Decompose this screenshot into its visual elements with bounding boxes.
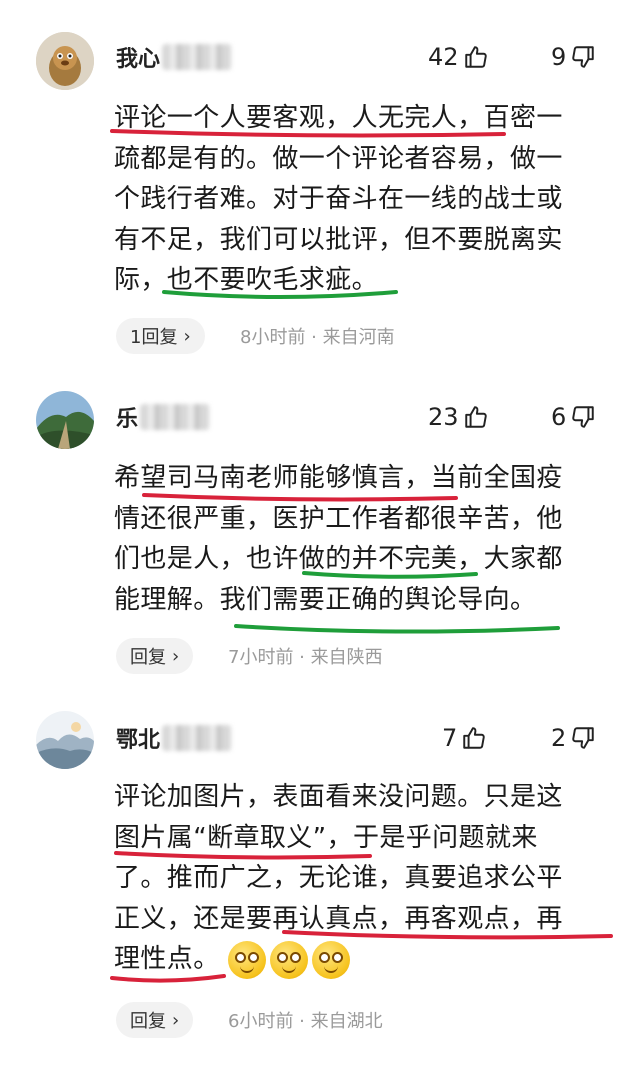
comment-line: 际，也不要吹毛求疵。 bbox=[114, 265, 379, 295]
comment-text: 希望司马南老师能够慎言，当前全国疫 情还很严重，医护工作者都很辛苦，他 们也是人… bbox=[114, 458, 614, 620]
comment-line: 评论一个人要客观，人无完人，百密一 bbox=[114, 103, 563, 133]
reply-button[interactable]: 1回复 › bbox=[116, 318, 205, 354]
reply-label: 1回复 bbox=[130, 327, 178, 348]
chevron-right-icon: › bbox=[183, 325, 191, 347]
comment-line: 能理解。我们需要正确的舆论导向。 bbox=[114, 584, 537, 615]
like-count: 42 bbox=[428, 43, 459, 71]
thumbs-down-icon bbox=[572, 727, 595, 749]
reply-label: 回复 bbox=[130, 647, 166, 668]
dislike-count: 6 bbox=[551, 403, 567, 431]
smile-emoji-icon bbox=[312, 940, 351, 979]
comment-line-text: 理性点。 bbox=[114, 944, 220, 974]
comment-line: 们也是人，也许做的并不完美，大家都 bbox=[114, 544, 563, 574]
comment-text: 评论一个人要客观，人无完人，百密一 疏都是有的。做一个评论者容易，做一 个践行者… bbox=[114, 98, 614, 301]
avatar[interactable] bbox=[36, 711, 94, 769]
comment-line: 希望司马南老师能够慎言，当前全国疫 bbox=[114, 463, 563, 493]
comment-line: 图片属“断章取义”，于是乎问题就来 bbox=[114, 822, 538, 853]
comment-line: 有不足，我们可以批评，但不要脱离实 bbox=[114, 224, 563, 255]
username-redacted bbox=[140, 404, 211, 430]
thumbs-up-icon bbox=[464, 406, 487, 428]
dislike-button[interactable]: 9 bbox=[551, 42, 596, 72]
dislike-button[interactable]: 6 bbox=[551, 402, 596, 432]
comment-line: 正义，还是要再认真点，再客观点，再 bbox=[114, 903, 563, 934]
username[interactable]: 鄂北 bbox=[116, 723, 233, 753]
reply-label: 回复 bbox=[130, 1011, 166, 1032]
thumbs-up-icon bbox=[463, 727, 486, 749]
username-text: 我心 bbox=[116, 47, 161, 72]
like-button[interactable]: 42 bbox=[428, 42, 489, 72]
comment-meta: 8小时前 · 来自河南 bbox=[240, 327, 395, 348]
avatar[interactable] bbox=[36, 391, 94, 449]
thumbs-up-icon bbox=[464, 46, 487, 68]
dislike-count: 9 bbox=[551, 43, 567, 71]
smile-emoji-icon bbox=[270, 940, 309, 979]
comment-line: 了。推而广之，无论谁，真要追求公平 bbox=[114, 863, 563, 893]
comment-line: 理性点。 bbox=[114, 939, 614, 980]
username-text: 鄂北 bbox=[116, 728, 161, 753]
comment-meta: 7小时前 · 来自陕西 bbox=[228, 647, 383, 668]
username-text: 乐 bbox=[116, 407, 139, 432]
comment-line: 疏都是有的。做一个评论者容易，做一 bbox=[114, 143, 563, 174]
username-redacted bbox=[162, 725, 233, 751]
reply-button[interactable]: 回复 › bbox=[116, 1002, 194, 1038]
like-count: 23 bbox=[428, 403, 459, 431]
like-button[interactable]: 7 bbox=[442, 723, 487, 753]
dislike-count: 2 bbox=[551, 724, 567, 752]
username[interactable]: 我心 bbox=[116, 42, 233, 72]
comment-line: 个践行者难。对于奋斗在一线的战士或 bbox=[114, 184, 563, 214]
smile-emoji-icon bbox=[228, 940, 267, 979]
avatar[interactable] bbox=[36, 32, 94, 90]
comment-line: 评论加图片，表面看来没问题。只是这 bbox=[114, 782, 563, 812]
like-button[interactable]: 23 bbox=[428, 402, 489, 432]
comment-line: 情还很严重，医护工作者都很辛苦，他 bbox=[114, 503, 563, 534]
username[interactable]: 乐 bbox=[116, 402, 211, 432]
thumbs-down-icon bbox=[572, 406, 595, 428]
like-count: 7 bbox=[442, 724, 458, 752]
reply-button[interactable]: 回复 › bbox=[116, 638, 194, 674]
comment-text: 评论加图片，表面看来没问题。只是这 图片属“断章取义”，于是乎问题就来 了。推而… bbox=[114, 777, 614, 980]
comment-meta: 6小时前 · 来自湖北 bbox=[228, 1011, 383, 1032]
username-redacted bbox=[162, 44, 233, 70]
dislike-button[interactable]: 2 bbox=[551, 723, 596, 753]
thumbs-down-icon bbox=[572, 46, 595, 68]
chevron-right-icon: › bbox=[172, 1009, 180, 1031]
chevron-right-icon: › bbox=[172, 645, 180, 667]
